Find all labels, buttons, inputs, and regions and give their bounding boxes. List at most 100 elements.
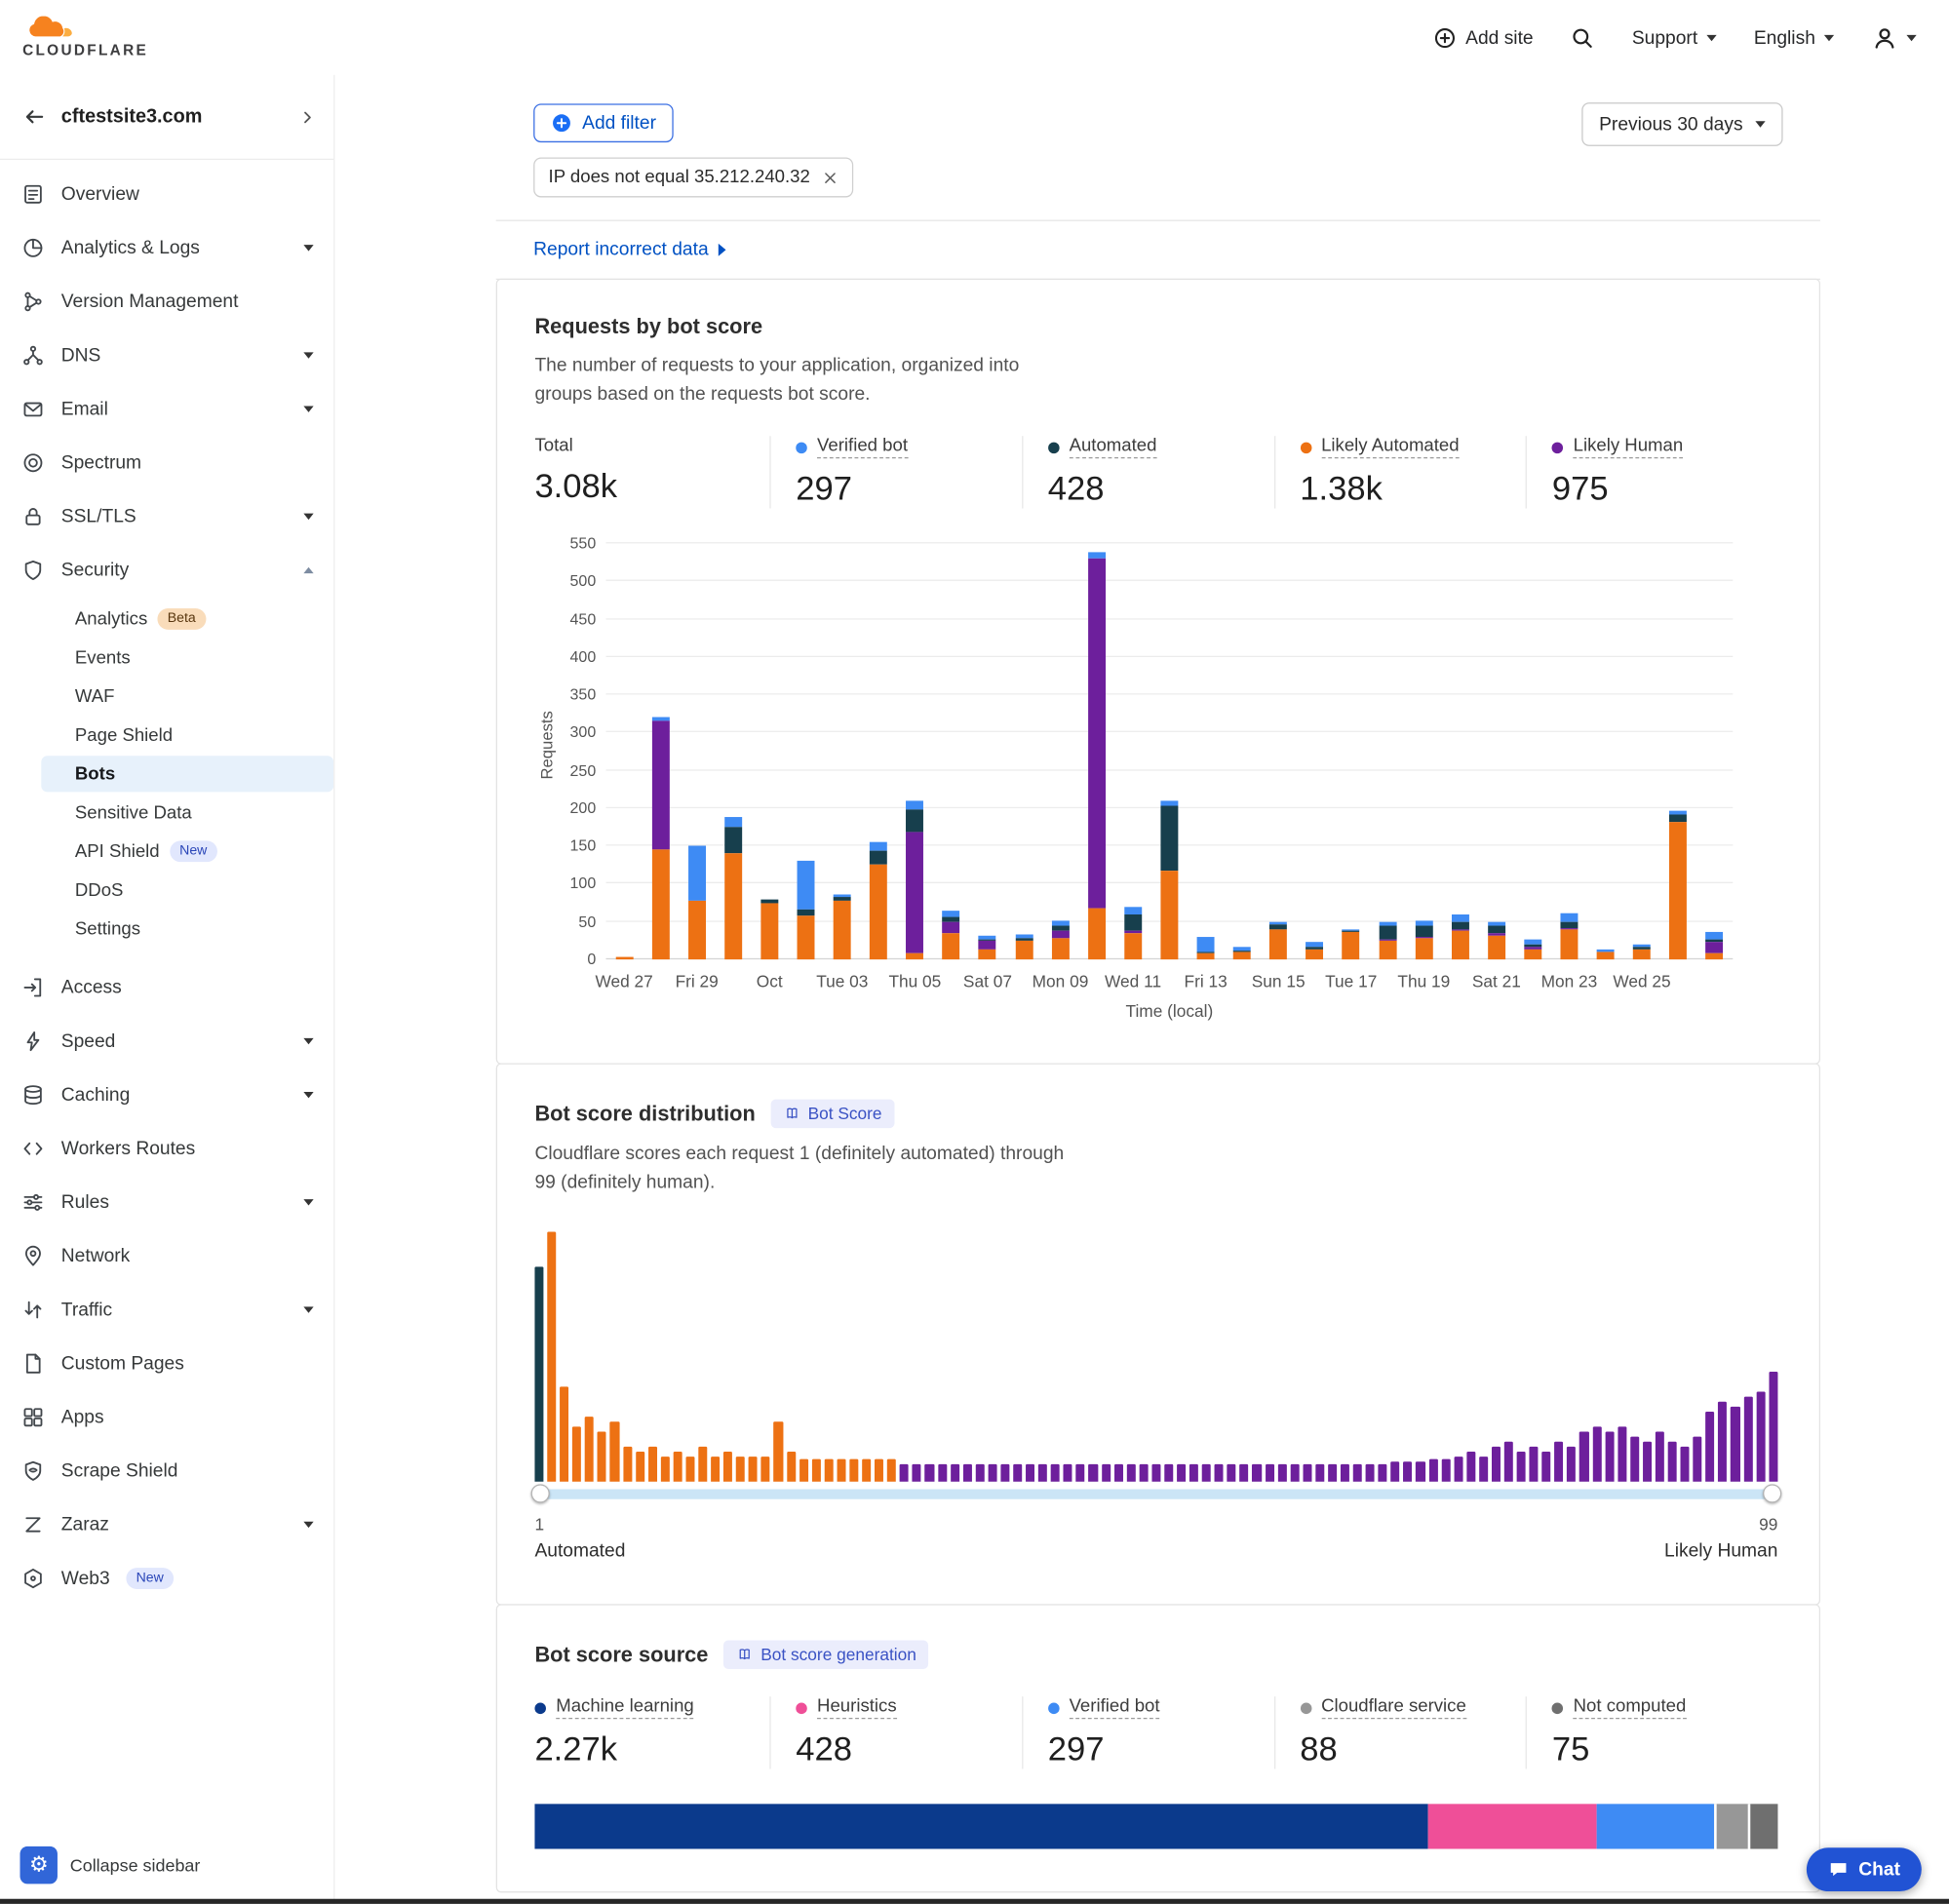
- requests-bar[interactable]: [1233, 948, 1251, 959]
- requests-bar[interactable]: [1160, 800, 1178, 959]
- sidebar-item-events[interactable]: Events: [41, 640, 333, 676]
- score-bar-59[interactable]: [1265, 1464, 1273, 1482]
- score-bar-53[interactable]: [1189, 1464, 1198, 1482]
- score-bar-92[interactable]: [1681, 1447, 1690, 1482]
- sidebar-item-dns[interactable]: DNS: [0, 329, 333, 382]
- sidebar-item-ssl-tls[interactable]: SSL/TLS: [0, 489, 333, 543]
- score-bar-57[interactable]: [1240, 1464, 1249, 1482]
- score-bar-2[interactable]: [547, 1231, 556, 1481]
- sidebar-item-access[interactable]: Access: [0, 960, 333, 1014]
- score-bar-81[interactable]: [1542, 1452, 1551, 1482]
- requests-bar[interactable]: [943, 911, 960, 959]
- chat-button[interactable]: Chat: [1806, 1847, 1921, 1891]
- bot-score-generation-tag[interactable]: Bot score generation: [723, 1640, 929, 1668]
- score-range-slider[interactable]: [534, 1483, 1777, 1505]
- score-bar-16[interactable]: [723, 1452, 732, 1482]
- score-bar-13[interactable]: [685, 1457, 694, 1482]
- sidebar-item-waf[interactable]: WAF: [41, 679, 333, 715]
- requests-bar[interactable]: [615, 956, 633, 959]
- score-bar-17[interactable]: [736, 1457, 745, 1482]
- score-bar-21[interactable]: [787, 1452, 796, 1482]
- score-bar-35[interactable]: [963, 1464, 972, 1482]
- requests-bar[interactable]: [1524, 940, 1541, 959]
- requests-bar[interactable]: [1379, 921, 1396, 959]
- sidebar-item-custom-pages[interactable]: Custom Pages: [0, 1337, 333, 1390]
- score-bar-49[interactable]: [1139, 1464, 1148, 1482]
- score-bar-24[interactable]: [824, 1459, 833, 1482]
- score-bar-45[interactable]: [1089, 1464, 1098, 1482]
- requests-bar[interactable]: [760, 899, 778, 959]
- score-bar-30[interactable]: [900, 1464, 909, 1482]
- support-menu[interactable]: Support: [1632, 27, 1717, 49]
- sidebar-item-rules[interactable]: Rules: [0, 1176, 333, 1229]
- score-bar-46[interactable]: [1102, 1464, 1111, 1482]
- score-bar-29[interactable]: [887, 1459, 896, 1482]
- requests-bar[interactable]: [1452, 914, 1469, 960]
- score-bar-25[interactable]: [837, 1459, 845, 1482]
- score-bar-96[interactable]: [1731, 1407, 1739, 1482]
- site-switcher[interactable]: cftestsite3.com: [0, 75, 333, 160]
- requests-bar[interactable]: [870, 842, 887, 959]
- requests-bar[interactable]: [1343, 929, 1360, 959]
- score-bar-51[interactable]: [1164, 1464, 1173, 1482]
- score-bar-52[interactable]: [1177, 1464, 1186, 1482]
- sidebar-item-zaraz[interactable]: Zaraz: [0, 1497, 333, 1551]
- sidebar-item-analytics[interactable]: AnalyticsBeta: [41, 601, 333, 637]
- search-button[interactable]: [1571, 25, 1594, 49]
- score-bar-22[interactable]: [799, 1459, 808, 1482]
- score-bar-95[interactable]: [1718, 1402, 1727, 1482]
- score-bar-79[interactable]: [1517, 1452, 1526, 1482]
- score-bar-37[interactable]: [988, 1464, 996, 1482]
- requests-bar[interactable]: [1669, 811, 1687, 959]
- score-bar-26[interactable]: [849, 1459, 858, 1482]
- score-bar-32[interactable]: [925, 1464, 934, 1482]
- sidebar-item-network[interactable]: Network: [0, 1229, 333, 1283]
- score-bar-11[interactable]: [661, 1457, 670, 1482]
- sidebar-item-email[interactable]: Email: [0, 382, 333, 436]
- score-bar-1[interactable]: [534, 1266, 543, 1481]
- score-bar-65[interactable]: [1341, 1464, 1349, 1482]
- score-bar-69[interactable]: [1391, 1461, 1400, 1482]
- requests-bar[interactable]: [834, 894, 851, 959]
- requests-bar[interactable]: [651, 717, 669, 959]
- score-bar-94[interactable]: [1705, 1412, 1714, 1482]
- score-bar-63[interactable]: [1315, 1464, 1324, 1482]
- requests-bar[interactable]: [1015, 935, 1033, 960]
- cloudflare-logo[interactable]: CLOUDFLARE: [22, 17, 148, 59]
- requests-bar[interactable]: [1052, 920, 1070, 959]
- score-bar-18[interactable]: [749, 1457, 758, 1482]
- add-filter-button[interactable]: Add filter: [533, 103, 674, 142]
- score-bar-58[interactable]: [1253, 1464, 1262, 1482]
- score-bar-44[interactable]: [1076, 1464, 1085, 1482]
- score-bar-12[interactable]: [673, 1452, 682, 1482]
- score-bar-27[interactable]: [862, 1459, 871, 1482]
- requests-bar[interactable]: [1597, 949, 1615, 959]
- requests-bar[interactable]: [688, 846, 706, 959]
- score-bar-67[interactable]: [1366, 1464, 1375, 1482]
- score-bar-41[interactable]: [1038, 1464, 1047, 1482]
- score-bar-48[interactable]: [1126, 1464, 1135, 1482]
- sidebar-item-apps[interactable]: Apps: [0, 1390, 333, 1444]
- add-site-button[interactable]: Add site: [1433, 25, 1534, 49]
- score-bar-68[interactable]: [1379, 1464, 1387, 1482]
- requests-bar[interactable]: [1197, 937, 1215, 959]
- score-bar-77[interactable]: [1492, 1447, 1501, 1482]
- score-bar-23[interactable]: [812, 1459, 821, 1482]
- sidebar-item-settings[interactable]: Settings: [41, 911, 333, 947]
- sidebar-item-scrape-shield[interactable]: Scrape Shield: [0, 1444, 333, 1497]
- score-bar-70[interactable]: [1404, 1461, 1413, 1482]
- score-bar-90[interactable]: [1656, 1431, 1664, 1481]
- score-bar-20[interactable]: [774, 1421, 783, 1482]
- score-bar-60[interactable]: [1277, 1464, 1286, 1482]
- requests-bar[interactable]: [1088, 553, 1106, 959]
- score-bar-9[interactable]: [636, 1452, 644, 1482]
- score-bar-43[interactable]: [1064, 1464, 1072, 1482]
- score-bar-87[interactable]: [1618, 1426, 1626, 1481]
- sidebar-item-overview[interactable]: Overview: [0, 168, 333, 221]
- score-bar-80[interactable]: [1530, 1447, 1539, 1482]
- sidebar-item-workers-routes[interactable]: Workers Routes: [0, 1122, 333, 1176]
- account-menu[interactable]: [1872, 24, 1917, 51]
- score-bar-31[interactable]: [913, 1464, 921, 1482]
- score-bar-56[interactable]: [1228, 1464, 1236, 1482]
- slider-handle-max[interactable]: [1763, 1484, 1781, 1502]
